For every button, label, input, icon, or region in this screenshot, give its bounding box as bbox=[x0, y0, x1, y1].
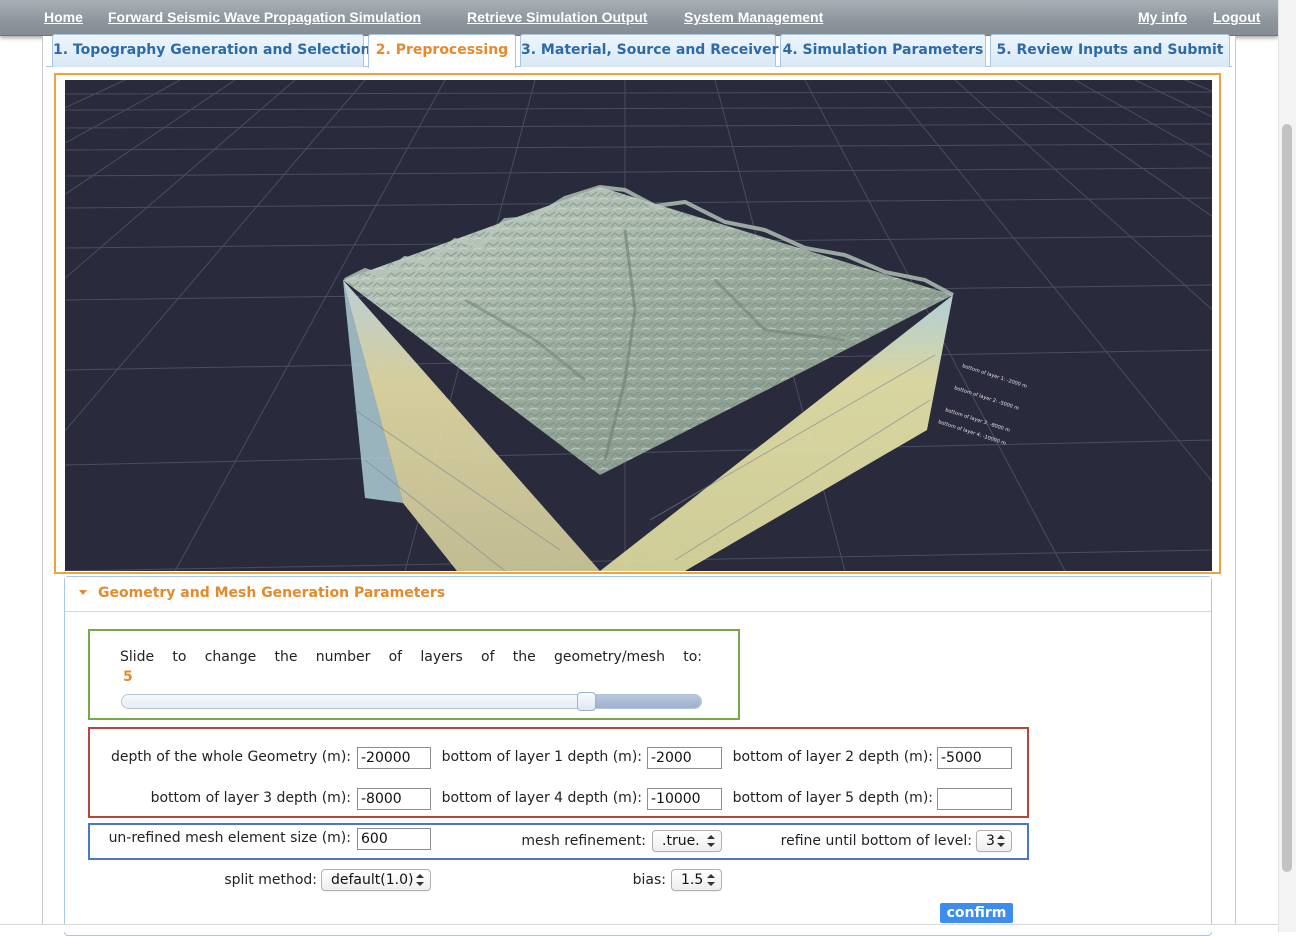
select-arrows-icon bbox=[707, 835, 715, 847]
bias-select[interactable]: 1.5 bbox=[671, 869, 722, 891]
mesh-refinement-label: mesh refinement: bbox=[521, 833, 646, 849]
nav-system-management-link[interactable]: System Management bbox=[684, 9, 823, 25]
layer4-depth-label: bottom of layer 4 depth (m): bbox=[441, 790, 642, 806]
page-scrollbar-thumb[interactable] bbox=[1282, 124, 1292, 872]
slider-instruction-text: Slide to change the number of layers of … bbox=[120, 649, 702, 665]
tab-material-source-receiver[interactable]: 3. Material, Source and Receiver bbox=[520, 34, 779, 67]
svg-text:bottom of layer 2: -5000 m: bottom of layer 2: -5000 m bbox=[953, 385, 1019, 412]
mesh-size-input[interactable] bbox=[357, 828, 431, 850]
refine-until-label: refine until bottom of level: bbox=[780, 833, 972, 849]
select-arrows-icon bbox=[707, 874, 715, 886]
nav-home-link[interactable]: Home bbox=[44, 9, 83, 25]
triangle-down-icon bbox=[79, 590, 87, 595]
geometry-depth-input[interactable] bbox=[357, 747, 431, 769]
svg-text:bottom of layer 1: -2000 m: bottom of layer 1: -2000 m bbox=[961, 363, 1027, 390]
layer3-depth-label: bottom of layer 3 depth (m): bbox=[150, 790, 351, 806]
top-nav-bar: Home Forward Seismic Wave Propagation Si… bbox=[0, 0, 1278, 36]
tab-topography[interactable]: 1. Topography Generation and Selection bbox=[52, 34, 371, 67]
layer-count-slider-box: Slide to change the number of layers of … bbox=[88, 629, 740, 720]
bias-label: bias: bbox=[632, 872, 666, 888]
page-bottom-edge bbox=[0, 924, 1278, 932]
split-method-value: default(1.0) bbox=[331, 872, 414, 888]
nav-my-info-link[interactable]: My info bbox=[1138, 9, 1187, 25]
tab-review-submit[interactable]: 5. Review Inputs and Submit bbox=[990, 34, 1230, 67]
layer-depth-annotations: bottom of layer 1: -2000 m bottom of lay… bbox=[937, 363, 1027, 447]
select-arrows-icon bbox=[416, 874, 424, 886]
refine-until-value: 3 bbox=[986, 833, 995, 849]
geometry-mesh-panel-title: Geometry and Mesh Generation Parameters bbox=[98, 585, 446, 601]
geometry-mesh-panel-header[interactable]: Geometry and Mesh Generation Parameters bbox=[65, 577, 1211, 612]
mesh-refinement-value: .true. bbox=[662, 833, 700, 849]
layer-count-slider-range bbox=[585, 695, 701, 708]
mesh-3d-render: bottom of layer 1: -2000 m bottom of lay… bbox=[65, 80, 1212, 571]
bias-value: 1.5 bbox=[681, 872, 704, 888]
confirm-button[interactable]: confirm bbox=[940, 903, 1013, 923]
layer1-depth-label: bottom of layer 1 depth (m): bbox=[441, 749, 642, 765]
layer3-depth-input[interactable] bbox=[357, 788, 431, 810]
tab-simulation-parameters[interactable]: 4. Simulation Parameters bbox=[780, 34, 986, 67]
layer-count-value: 5 bbox=[123, 669, 133, 685]
split-method-label: split method: bbox=[224, 872, 317, 888]
layer1-depth-input[interactable] bbox=[647, 747, 722, 769]
mesh-size-label: un-refined mesh element size (m): bbox=[108, 830, 351, 846]
tab-preprocessing[interactable]: 2. Preprocessing bbox=[368, 34, 516, 68]
layer4-depth-input[interactable] bbox=[647, 788, 722, 810]
layer5-depth-input[interactable] bbox=[937, 788, 1012, 810]
layer5-depth-label: bottom of layer 5 depth (m): bbox=[732, 790, 933, 806]
refine-until-select[interactable]: 3 bbox=[976, 830, 1012, 852]
split-method-select[interactable]: default(1.0) bbox=[321, 869, 431, 891]
layer2-depth-input[interactable] bbox=[937, 747, 1012, 769]
layer2-depth-label: bottom of layer 2 depth (m): bbox=[732, 749, 933, 765]
nav-logout-link[interactable]: Logout bbox=[1213, 9, 1260, 25]
select-arrows-icon bbox=[997, 835, 1005, 847]
layer-count-slider-track[interactable] bbox=[121, 694, 702, 709]
step-tab-bar: 1. Topography Generation and Selection 2… bbox=[46, 34, 1232, 68]
nav-forward-simulation-link[interactable]: Forward Seismic Wave Propagation Simulat… bbox=[108, 9, 421, 25]
geometry-depth-label: depth of the whole Geometry (m): bbox=[111, 749, 351, 765]
nav-retrieve-output-link[interactable]: Retrieve Simulation Output bbox=[467, 9, 647, 25]
mesh-refinement-select[interactable]: .true. bbox=[652, 830, 722, 852]
mesh-3d-viewer[interactable]: bottom of layer 1: -2000 m bottom of lay… bbox=[65, 80, 1212, 571]
layer-count-slider-handle[interactable] bbox=[576, 692, 596, 711]
